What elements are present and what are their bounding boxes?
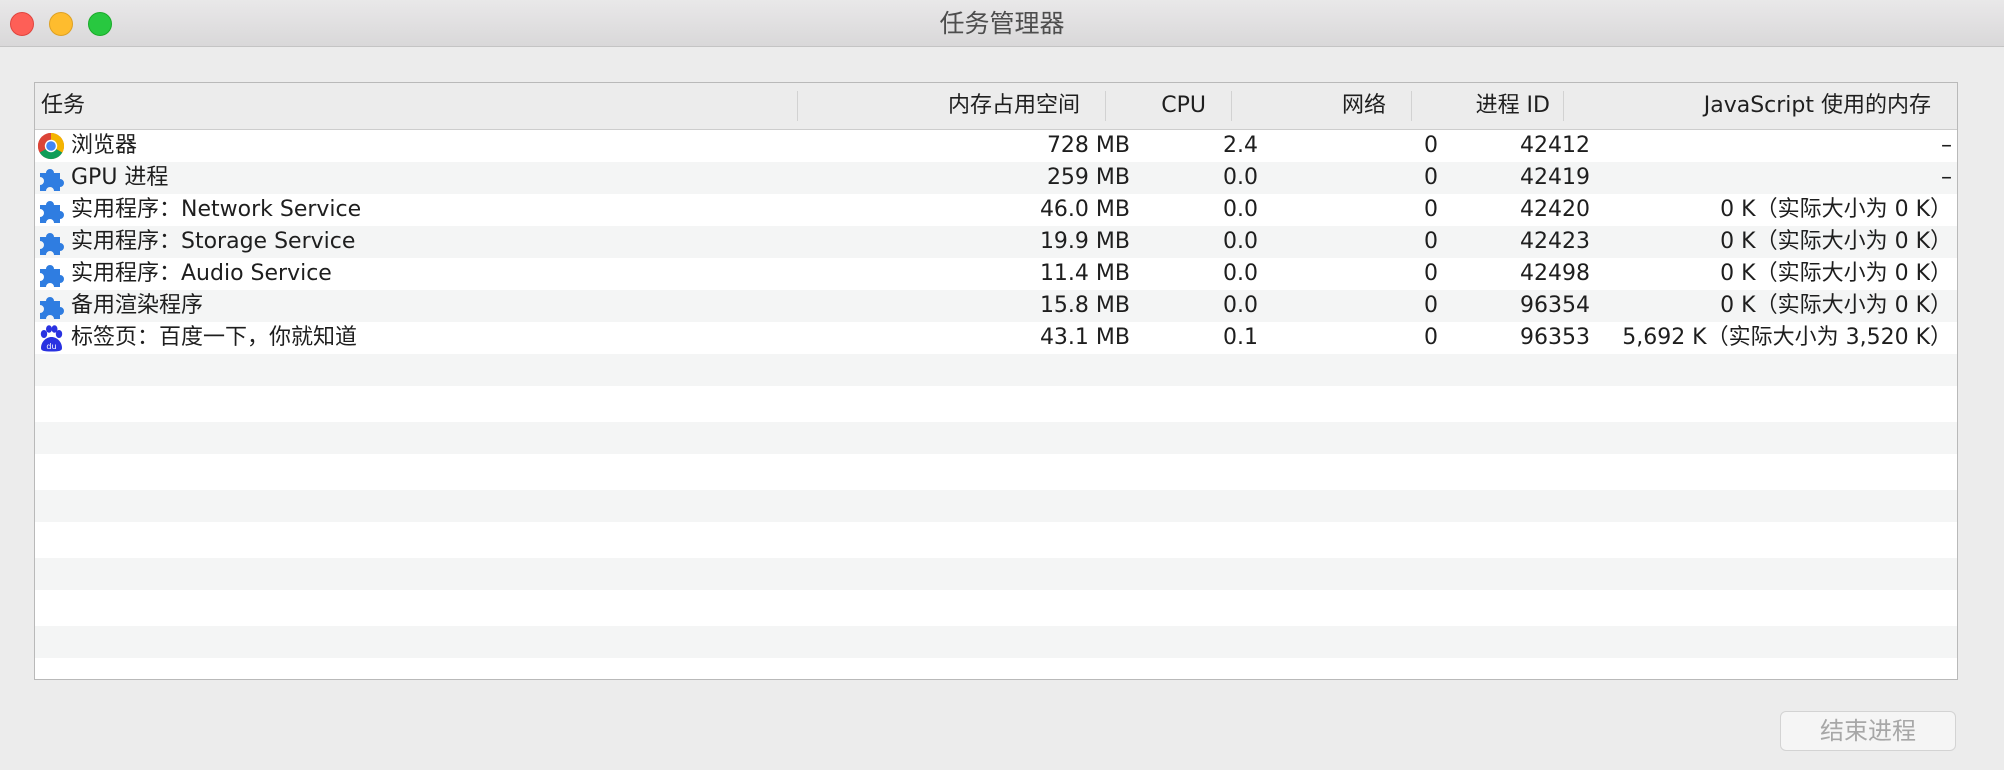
task-name: 实用程序：Audio Service (71, 261, 332, 286)
memory-value: 43.1 MB (1039, 325, 1130, 350)
table-row[interactable]: GPU 进程 259 MB 0.0 0 42419 – (35, 162, 1957, 194)
column-header-label: CPU (1161, 93, 1206, 118)
task-name: 标签页：百度一下，你就知道 (71, 325, 358, 350)
column-header-js-memory[interactable]: JavaScript 使用的内存 (1564, 83, 1957, 129)
column-header-label: 任务 (41, 93, 86, 118)
table-row[interactable]: 实用程序：Storage Service 19.9 MB 0.0 0 42423… (35, 226, 1957, 258)
column-header-label: 进程 ID (1475, 93, 1550, 118)
empty-row (35, 456, 1957, 488)
task-name: GPU 进程 (71, 165, 169, 190)
task-name: 备用渲染程序 (71, 293, 204, 318)
table-header: 任务 内存占用空间 CPU 网络 进程 ID JavaScript 使用的内存 (35, 83, 1957, 130)
memory-value: 728 MB (1046, 133, 1130, 158)
network-value: 0 (1424, 325, 1438, 350)
baidu-paw-icon: du (40, 325, 63, 352)
task-name: 实用程序：Network Service (71, 197, 362, 222)
memory-value: 11.4 MB (1039, 261, 1130, 286)
memory-value: 19.9 MB (1039, 229, 1130, 254)
empty-row (35, 490, 1957, 522)
table-row[interactable]: 备用渲染程序 15.8 MB 0.0 0 96354 0 K（实际大小为 0 K… (35, 290, 1957, 322)
network-value: 0 (1424, 197, 1438, 222)
window-title: 任务管理器 (939, 9, 1065, 38)
svg-text:du: du (46, 342, 56, 351)
empty-row (35, 388, 1957, 420)
chrome-icon (37, 132, 65, 160)
network-value: 0 (1424, 133, 1438, 158)
empty-row (35, 524, 1957, 556)
network-value: 0 (1424, 293, 1438, 318)
end-process-button[interactable]: 结束进程 (1780, 711, 1956, 751)
table-row[interactable]: 实用程序：Network Service 46.0 MB 0.0 0 42420… (35, 194, 1957, 226)
column-header-label: 内存占用空间 (947, 93, 1080, 118)
process-table[interactable]: 任务 内存占用空间 CPU 网络 进程 ID JavaScript 使用的内存 (34, 82, 1958, 680)
js-memory-value: 0 K（实际大小为 0 K） (1720, 261, 1952, 286)
memory-value: 46.0 MB (1039, 197, 1130, 222)
table-row[interactable]: du 标签页：百度一下，你就知道 43.1 MB 0.1 0 96353 5,6… (35, 322, 1957, 354)
empty-row (35, 354, 1957, 386)
empty-row (35, 660, 1957, 679)
column-header-memory[interactable]: 内存占用空间 (798, 83, 1106, 129)
column-header-cpu[interactable]: CPU (1106, 83, 1232, 129)
column-header-pid[interactable]: 进程 ID (1412, 83, 1564, 129)
title-bar[interactable]: 任务管理器 (0, 0, 2004, 47)
js-memory-value: 0 K（实际大小为 0 K） (1720, 293, 1952, 318)
task-name: 实用程序：Storage Service (71, 229, 356, 254)
puzzle-icon (40, 265, 64, 287)
table-row[interactable]: 浏览器 728 MB 2.4 0 42412 – (35, 130, 1957, 162)
column-header-network[interactable]: 网络 (1232, 83, 1412, 129)
network-value: 0 (1424, 261, 1438, 286)
column-header-label: JavaScript 使用的内存 (1703, 93, 1931, 118)
memory-value: 15.8 MB (1039, 293, 1130, 318)
js-memory-value: 0 K（实际大小为 0 K） (1720, 197, 1952, 222)
puzzle-icon (40, 201, 64, 223)
puzzle-icon (40, 169, 64, 191)
task-manager-window: 任务管理器 任务 内存占用空间 CPU 网络 进程 ID JavaScript … (0, 0, 2004, 770)
memory-value: 259 MB (1046, 165, 1130, 190)
js-memory-value: – (1941, 165, 1952, 190)
empty-row (35, 422, 1957, 454)
column-header-task[interactable]: 任务 (35, 83, 798, 129)
js-memory-value: 0 K（实际大小为 0 K） (1720, 229, 1952, 254)
network-value: 0 (1424, 165, 1438, 190)
empty-row (35, 626, 1957, 658)
network-value: 0 (1424, 229, 1438, 254)
js-memory-value: 5,692 K（实际大小为 3,520 K） (1622, 325, 1952, 350)
column-header-label: 网络 (1341, 93, 1386, 118)
empty-row (35, 592, 1957, 624)
empty-row (35, 558, 1957, 590)
table-row[interactable]: 实用程序：Audio Service 11.4 MB 0.0 0 42498 0… (35, 258, 1957, 290)
puzzle-icon (40, 297, 64, 319)
js-memory-value: – (1941, 133, 1952, 158)
puzzle-icon (40, 233, 64, 255)
task-name: 浏览器 (71, 133, 138, 158)
